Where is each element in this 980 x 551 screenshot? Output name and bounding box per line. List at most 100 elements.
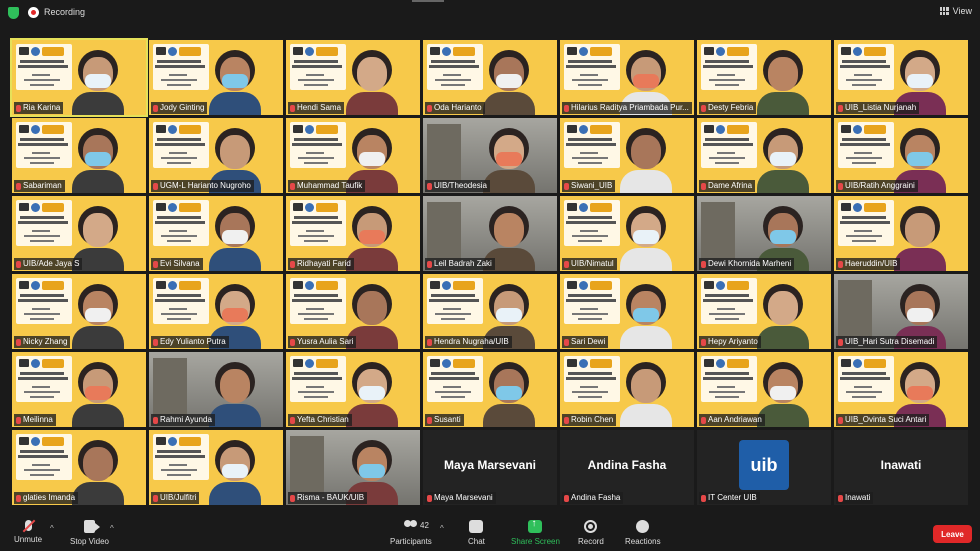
participant-tile[interactable]: UIB/Julfitri: [149, 430, 283, 505]
participant-video: [483, 50, 535, 115]
participant-tile[interactable]: Dame Afrina: [697, 118, 831, 193]
event-banner: [838, 200, 894, 246]
shield-icon[interactable]: [8, 7, 19, 19]
participant-name: IT Center UIB: [708, 493, 757, 502]
participant-tile[interactable]: Edy Yulianto Putra: [149, 274, 283, 349]
participant-tile[interactable]: UGM-L Harianto Nugroho: [149, 118, 283, 193]
participant-tile[interactable]: Rahmi Ayunda: [149, 352, 283, 427]
microphone-muted-icon: [16, 260, 21, 268]
participants-options-chevron-icon[interactable]: ^: [440, 524, 444, 533]
participant-tile[interactable]: Oda Harianto: [423, 40, 557, 115]
participant-tile[interactable]: Ridhayati Farid: [286, 196, 420, 271]
record-label: Record: [578, 537, 604, 546]
participant-tile[interactable]: Nicky Zhang: [12, 274, 146, 349]
participant-tile[interactable]: Yefta Christian: [286, 352, 420, 427]
participant-tile[interactable]: Hendi Sama: [286, 40, 420, 115]
participant-tile[interactable]: Hepy Ariyanto: [697, 274, 831, 349]
participant-tile[interactable]: UIB/Ratih Anggraini: [834, 118, 968, 193]
shelf: [701, 202, 735, 260]
participant-name: UIB_Hari Sutra Disemadi: [845, 337, 935, 346]
participant-tile[interactable]: Sabariman: [12, 118, 146, 193]
participant-name: Hilarius Raditya Priambada Pur...: [571, 103, 689, 112]
participant-tile[interactable]: UIB/Nimatul: [560, 196, 694, 271]
participant-name: Hepy Ariyanto: [708, 337, 758, 346]
audio-options-chevron-icon[interactable]: ^: [50, 524, 54, 533]
participant-tile[interactable]: Dewi Khornida Marheni: [697, 196, 831, 271]
participant-tile[interactable]: Jody Ginting: [149, 40, 283, 115]
participant-tile[interactable]: uib IT Center UIB: [697, 430, 831, 505]
record-button[interactable]: Record: [578, 520, 604, 546]
microphone-muted-icon: [290, 416, 295, 424]
participant-tile[interactable]: UIB/Theodesia: [423, 118, 557, 193]
participant-tile[interactable]: Muhammad Taufik: [286, 118, 420, 193]
participant-tile[interactable]: Andina Fasha Andina Fasha: [560, 430, 694, 505]
event-banner: [701, 44, 757, 90]
participant-tile[interactable]: Sari Dewi: [560, 274, 694, 349]
kampus-merdeka-logo-icon: [590, 203, 612, 212]
record-icon: [584, 520, 598, 533]
uib-logo-icon: [567, 125, 577, 133]
microphone-muted-icon: [838, 416, 843, 424]
chat-button[interactable]: Chat: [468, 520, 485, 546]
shelf: [427, 202, 461, 260]
microphone-muted-icon: [564, 104, 569, 112]
kampus-merdeka-logo-icon: [42, 125, 64, 134]
participant-tile[interactable]: Aan Andriawan: [697, 352, 831, 427]
participant-tile[interactable]: Hendra Nugraha/UIB: [423, 274, 557, 349]
participant-tile[interactable]: Haeruddin/UIB: [834, 196, 968, 271]
participant-name-label: Jody Ginting: [151, 102, 208, 114]
participant-name-label: Evi Silvana: [151, 258, 203, 270]
participant-video: [757, 128, 809, 193]
ministry-logo-icon: [305, 47, 314, 56]
participant-tile[interactable]: Ria Karina: [10, 38, 148, 117]
ministry-logo-icon: [168, 125, 177, 134]
participant-tile[interactable]: Inawati Inawati: [834, 430, 968, 505]
participant-tile[interactable]: UIB/Ade Jaya S: [12, 196, 146, 271]
kampus-merdeka-logo-icon: [590, 359, 612, 368]
participant-name: Evi Silvana: [160, 259, 200, 268]
recording-icon: [28, 7, 39, 18]
participant-tile[interactable]: glaties Imanda: [12, 430, 146, 505]
participant-tile[interactable]: Meilinna: [12, 352, 146, 427]
ministry-logo-icon: [579, 203, 588, 212]
kampus-merdeka-logo-icon: [727, 125, 749, 134]
participant-tile[interactable]: UIB_Ovinta Suci Antari: [834, 352, 968, 427]
reactions-button[interactable]: Reactions: [625, 520, 661, 546]
uib-logo-icon: [704, 47, 714, 55]
participant-tile[interactable]: Evi Silvana: [149, 196, 283, 271]
participant-tile[interactable]: Risma - BAUK/UIB: [286, 430, 420, 505]
participant-tile[interactable]: Leil Badrah Zaki: [423, 196, 557, 271]
event-banner: [16, 44, 72, 90]
participant-tile[interactable]: Susanti: [423, 352, 557, 427]
participant-name: Yefta Christian: [297, 415, 349, 424]
participant-tile[interactable]: Yusra Aulia Sari: [286, 274, 420, 349]
leave-button[interactable]: Leave: [933, 525, 972, 543]
video-options-chevron-icon[interactable]: ^: [110, 524, 114, 533]
participant-tile[interactable]: Desty Febria: [697, 40, 831, 115]
uib-logo-icon: [19, 203, 29, 211]
participant-tile[interactable]: UIB_Listia Nurjanah: [834, 40, 968, 115]
participant-name-label: Yusra Aulia Sari: [288, 336, 357, 348]
participant-tile[interactable]: Hilarius Raditya Priambada Pur...: [560, 40, 694, 115]
participant-tile[interactable]: Robin Chen: [560, 352, 694, 427]
uib-logo-icon: [567, 47, 577, 55]
participant-name: Nicky Zhang: [23, 337, 68, 346]
share-screen-button[interactable]: Share Screen: [511, 518, 560, 546]
participant-name: Inawati: [845, 493, 871, 502]
participant-video: [757, 284, 809, 349]
microphone-muted-icon: [427, 104, 432, 112]
microphone-muted-icon: [838, 260, 843, 268]
participant-tile[interactable]: UIB_Hari Sutra Disemadi: [834, 274, 968, 349]
participant-name: Maya Marsevani: [434, 493, 493, 502]
participant-tile[interactable]: Maya Marsevani Maya Marsevani: [423, 430, 557, 505]
stop-video-button[interactable]: Stop Video: [70, 520, 109, 546]
unmute-button[interactable]: Unmute: [14, 520, 42, 544]
kampus-merdeka-logo-icon: [864, 125, 886, 134]
participant-name: Haeruddin/UIB: [845, 259, 898, 268]
top-drag-handle[interactable]: [412, 0, 444, 2]
view-button[interactable]: View: [939, 6, 972, 16]
participant-name: Siwani_UIB: [571, 181, 613, 190]
participant-name: Leil Badrah Zaki: [434, 259, 492, 268]
microphone-muted-icon: [564, 494, 569, 502]
participant-tile[interactable]: Siwani_UIB: [560, 118, 694, 193]
